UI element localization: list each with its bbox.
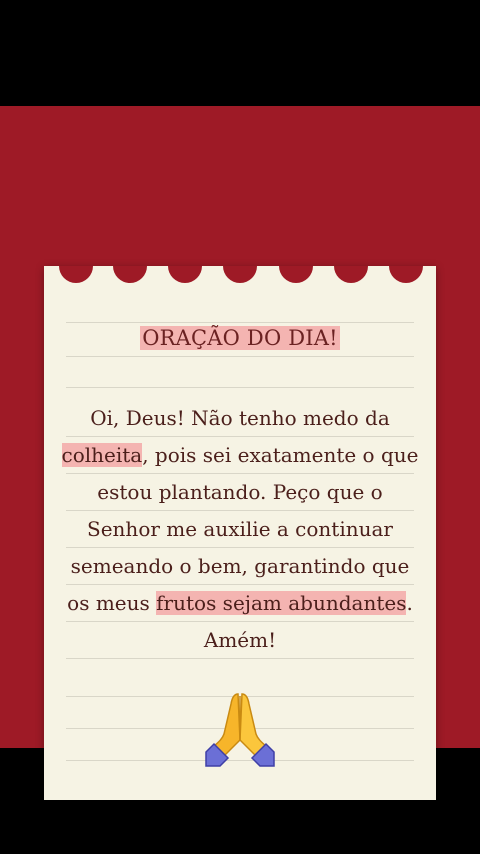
background-panel: ORAÇÃO DO DIA! Oi, Deus! Não tenho medo … (0, 106, 480, 800)
ruled-line (66, 356, 414, 357)
binder-hole (113, 266, 147, 283)
title-highlight: ORAÇÃO DO DIA! (140, 326, 340, 350)
prayer-text: Oi, Deus! Não tenho medo da colheita, po… (60, 400, 420, 659)
binder-hole (334, 266, 368, 283)
binder-hole (168, 266, 202, 283)
text-segment: , pois sei exatamente o que estou planta… (67, 443, 419, 615)
folded-hands-icon (205, 693, 275, 767)
highlight-colheita: colheita (61, 443, 143, 467)
binder-hole (223, 266, 257, 283)
note-paper: ORAÇÃO DO DIA! Oi, Deus! Não tenho medo … (44, 266, 436, 800)
binder-hole (279, 266, 313, 283)
binder-hole (59, 266, 93, 283)
prayer-title: ORAÇÃO DO DIA! (44, 326, 436, 350)
highlight-frutos: frutos sejam abundantes (156, 591, 407, 615)
ruled-line (66, 387, 414, 388)
text-segment: Oi, Deus! Não tenho medo da (90, 406, 390, 430)
ruled-line (66, 322, 414, 323)
binder-hole (389, 266, 423, 283)
